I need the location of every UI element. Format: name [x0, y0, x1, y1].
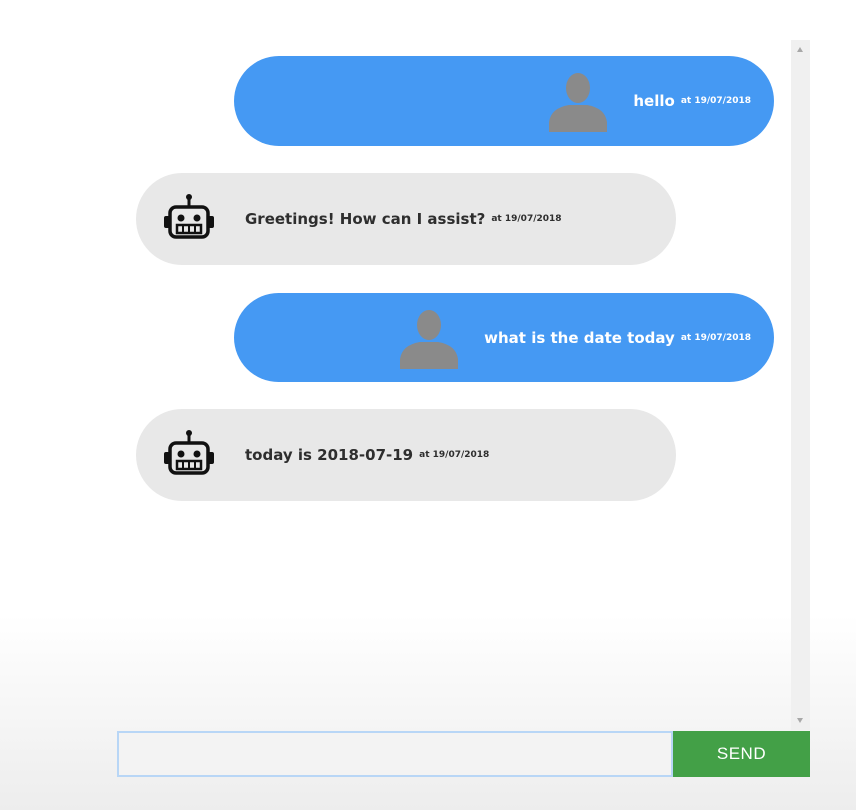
bot-message-bubble: Greetings! How can I assist? at 19/07/20…	[136, 173, 676, 265]
message-composer: SEND	[117, 731, 810, 777]
send-button[interactable]: SEND	[673, 731, 810, 777]
message-timestamp: at 19/07/2018	[680, 332, 751, 343]
message-input[interactable]	[117, 731, 673, 777]
message-timestamp: at 19/07/2018	[491, 214, 562, 224]
user-message-bubble: what is the date today at 19/07/2018	[234, 293, 774, 382]
message-timestamp: at 19/07/2018	[680, 96, 751, 106]
user-avatar-icon	[400, 309, 459, 369]
chat-messages: hello at 19/07/2018 Greetings! How can I…	[0, 0, 856, 730]
message-text: today is 2018-07-19	[245, 446, 414, 464]
message-timestamp: at 19/07/2018	[419, 450, 490, 460]
user-avatar-icon	[549, 73, 608, 132]
robot-icon	[164, 194, 214, 239]
message-text: what is the date today	[484, 328, 675, 347]
scroll-down-arrow-icon[interactable]	[797, 718, 803, 723]
bot-message-bubble: today is 2018-07-19 at 19/07/2018	[136, 409, 676, 501]
message-text: Greetings! How can I assist?	[245, 210, 486, 228]
robot-icon	[164, 430, 214, 475]
user-message-bubble: hello at 19/07/2018	[234, 56, 774, 146]
scroll-up-arrow-icon[interactable]	[797, 47, 803, 52]
message-text: hello	[633, 92, 675, 110]
chat-scrollbar[interactable]	[791, 40, 810, 730]
